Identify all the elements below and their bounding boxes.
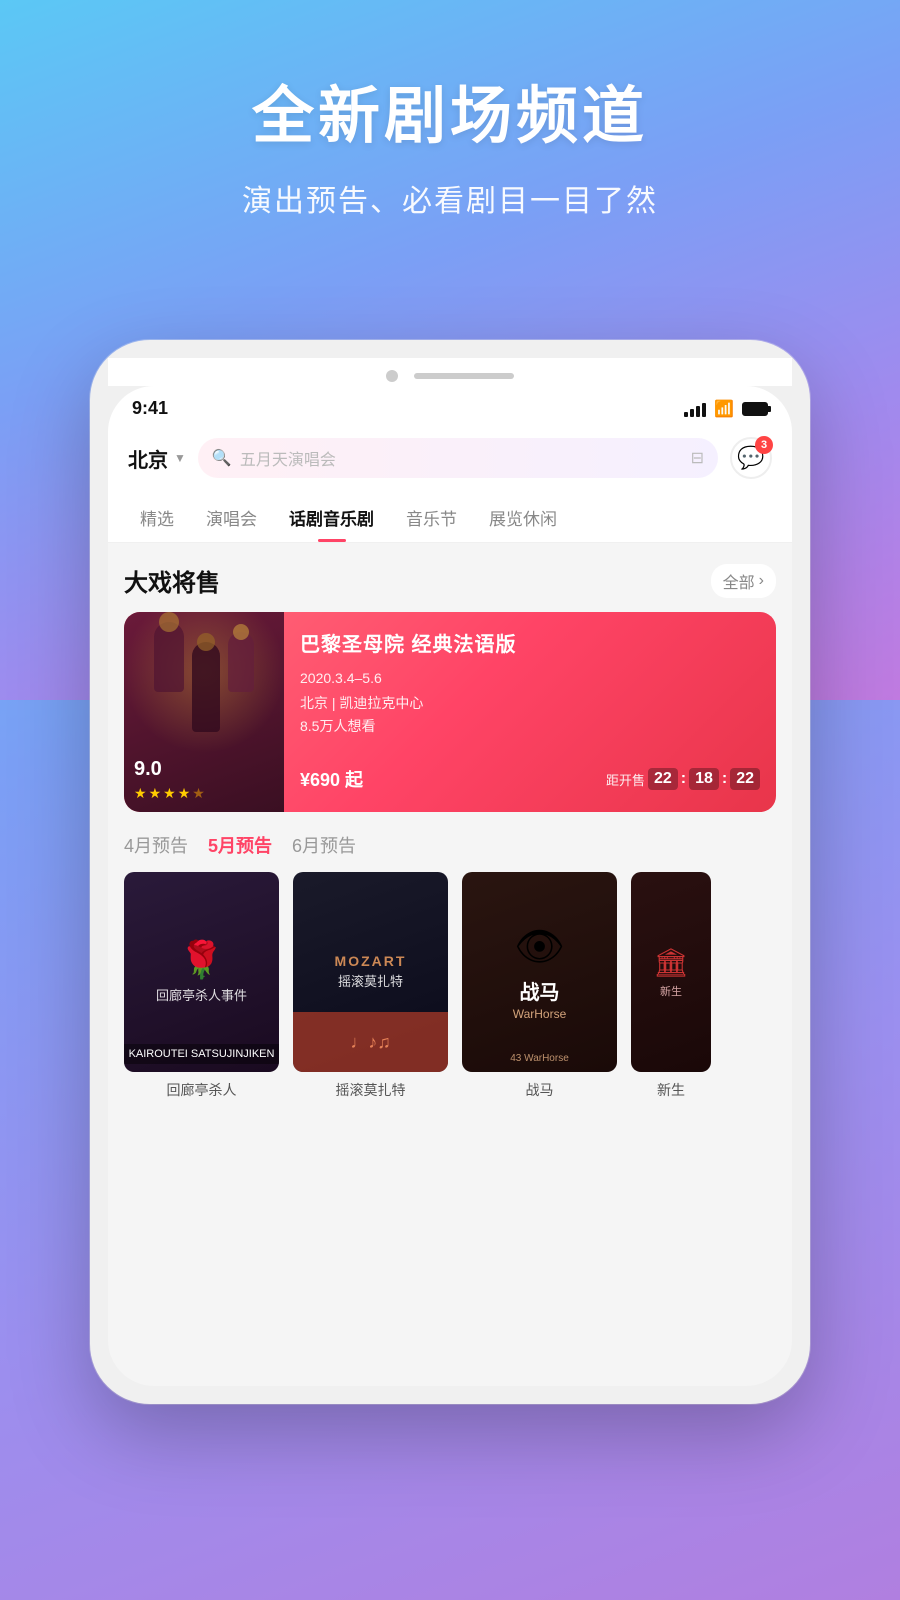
- featured-meta: 2020.3.4–5.6 北京 | 凯迪拉克中心: [300, 666, 760, 716]
- movie-card-4[interactable]: 🏛 新生 新生: [631, 872, 711, 1100]
- featured-price: ¥690 起: [300, 766, 363, 792]
- movie-label-1: 回廊亭杀人: [124, 1080, 279, 1100]
- poster-1-cn: 回廊亭杀人事件: [156, 987, 247, 1005]
- search-icon: 🔍: [212, 448, 232, 468]
- more-arrow-icon: ›: [759, 572, 764, 590]
- tab-yinyuejie[interactable]: 音乐节: [390, 493, 473, 542]
- tab-huaju[interactable]: 话剧音乐剧: [273, 493, 390, 542]
- movie-cards-row: 🌹 回廊亭杀人事件 KAIROUTEI SATSUJINJIKEN 回廊亭杀人: [124, 872, 776, 1100]
- countdown-sec: 22: [730, 768, 760, 790]
- countdown-label: 距开售: [606, 770, 645, 789]
- poster-3: 👁 战马 WarHorse 43 WarHorse: [462, 872, 617, 1072]
- message-button[interactable]: 💬 3: [730, 437, 772, 479]
- city-selector[interactable]: 北京 ▼: [128, 444, 186, 473]
- section-more-button[interactable]: 全部 ›: [711, 564, 776, 598]
- status-icons: 📶: [684, 399, 768, 419]
- featured-date: 2020.3.4–5.6: [300, 666, 760, 691]
- search-clear-icon: ⊟: [691, 448, 704, 468]
- status-time: 9:41: [132, 398, 168, 419]
- search-placeholder: 五月天演唱会: [240, 446, 683, 470]
- poster-1-en: KAIROUTEI SATSUJINJIKEN: [124, 1044, 279, 1064]
- movie-card-1[interactable]: 🌹 回廊亭杀人事件 KAIROUTEI SATSUJINJIKEN 回廊亭杀人: [124, 872, 279, 1100]
- phone-outer: 9:41 📶 北京: [90, 340, 810, 1404]
- preview-tabs: 4月预告 5月预告 6月预告: [124, 832, 776, 858]
- phone-notch: [108, 358, 792, 386]
- featured-info: 巴黎圣母院 经典法语版 2020.3.4–5.6 北京 | 凯迪拉克中心 8.5…: [284, 612, 776, 812]
- poster-1: 🌹 回廊亭杀人事件 KAIROUTEI SATSUJINJIKEN: [124, 872, 279, 1072]
- tab-zhanlan[interactable]: 展览休闲: [473, 493, 573, 542]
- section-header: 大戏将售 全部 ›: [124, 563, 776, 598]
- search-bar[interactable]: 🔍 五月天演唱会 ⊟: [198, 438, 718, 478]
- featured-stars: ★ ★ ★ ★ ★: [134, 785, 205, 802]
- hero-subtitle: 演出预告、必看剧目一目了然: [0, 176, 900, 220]
- tab-april[interactable]: 4月预告: [124, 832, 188, 858]
- battery-icon: [742, 402, 768, 416]
- warhorse-label: 43 WarHorse: [470, 1053, 609, 1064]
- featured-countdown: 距开售 22 : 18 : 22: [606, 768, 760, 790]
- more-label: 全部: [723, 569, 755, 593]
- wifi-icon: 📶: [714, 399, 734, 419]
- content-area: 大戏将售 全部 ›: [108, 543, 792, 1120]
- message-badge: 3: [755, 436, 773, 454]
- movie-label-4: 新生: [631, 1080, 711, 1100]
- movie-card-2[interactable]: MOZART 摇滚莫扎特 ♩♪♫ 摇滚莫扎特: [293, 872, 448, 1100]
- movie-card-3[interactable]: 👁 战马 WarHorse 43 WarHorse 战马: [462, 872, 617, 1100]
- phone-mockup: 9:41 📶 北京: [90, 340, 810, 1404]
- featured-venue: 北京 | 凯迪拉克中心: [300, 691, 760, 716]
- city-arrow-icon: ▼: [174, 451, 186, 465]
- tab-jingxuan[interactable]: 精选: [124, 493, 190, 542]
- tab-june[interactable]: 6月预告: [292, 832, 356, 858]
- featured-card[interactable]: 9.0 ★ ★ ★ ★ ★: [124, 612, 776, 812]
- signal-icon: [684, 401, 706, 417]
- app-header: 北京 ▼ 🔍 五月天演唱会 ⊟ 💬 3: [108, 427, 792, 493]
- nav-tabs: 精选 演唱会 话剧音乐剧 音乐节 展览休闲: [108, 493, 792, 543]
- featured-rating: 9.0: [134, 758, 162, 781]
- phone-inner: 9:41 📶 北京: [108, 386, 792, 1386]
- movie-label-3: 战马: [462, 1080, 617, 1100]
- section-title: 大戏将售: [124, 563, 220, 598]
- featured-want: 8.5万人想看: [300, 716, 760, 736]
- hero-section: 全新剧场频道 演出预告、必看剧目一目了然: [0, 80, 900, 220]
- tab-may[interactable]: 5月预告: [208, 832, 272, 858]
- notch-dot: [386, 370, 398, 382]
- featured-footer: ¥690 起 距开售 22 : 18 : 22: [300, 766, 760, 792]
- movie-label-2: 摇滚莫扎特: [293, 1080, 448, 1100]
- hero-title: 全新剧场频道: [0, 80, 900, 154]
- tab-yanchanghui[interactable]: 演唱会: [190, 493, 273, 542]
- status-bar: 9:41 📶: [108, 386, 792, 427]
- countdown-min: 18: [689, 768, 719, 790]
- featured-image: 9.0 ★ ★ ★ ★ ★: [124, 612, 284, 812]
- notch-line: [414, 373, 514, 379]
- featured-title: 巴黎圣母院 经典法语版: [300, 632, 760, 658]
- poster-4: 🏛 新生: [631, 872, 711, 1072]
- poster-2-cn: 摇滚莫扎特: [338, 973, 403, 991]
- phone-screen: 9:41 📶 北京: [108, 386, 792, 1386]
- city-name: 北京: [128, 444, 168, 473]
- countdown-hour: 22: [648, 768, 678, 790]
- poster-2: MOZART 摇滚莫扎特 ♩♪♫: [293, 872, 448, 1072]
